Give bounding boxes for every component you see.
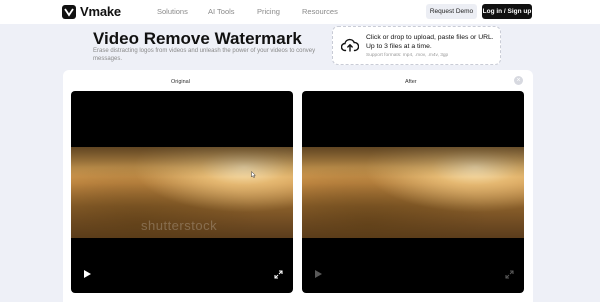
after-label: After (405, 79, 417, 85)
mouse-cursor-icon (251, 165, 256, 183)
after-video-frame (302, 147, 524, 238)
login-signup-button[interactable]: Log in / Sign up (482, 4, 532, 19)
close-icon[interactable]: × (514, 76, 523, 85)
page-description: Erase distracting logos from videos and … (93, 48, 316, 62)
cloud-upload-icon (340, 38, 360, 57)
play-icon[interactable] (314, 266, 323, 284)
after-video-player[interactable] (302, 91, 524, 293)
original-label: Original (171, 79, 190, 85)
nav-item-resources[interactable]: Resources (302, 7, 338, 16)
original-video-player[interactable]: shutterstock (71, 91, 293, 293)
nav-item-pricing[interactable]: Pricing (257, 7, 280, 16)
upload-dropzone[interactable]: Click or drop to upload, paste files or … (332, 26, 501, 65)
original-video-frame: shutterstock (71, 147, 293, 238)
supported-formats: Support formats: mp4, .mov, .m4v, 3gp (366, 53, 449, 58)
expand-icon[interactable] (505, 266, 514, 284)
play-icon[interactable] (83, 266, 92, 284)
upload-instructions: Click or drop to upload, paste files or … (366, 34, 494, 50)
expand-icon[interactable] (274, 266, 283, 284)
request-demo-button[interactable]: Request Demo (426, 4, 477, 19)
nav-item-solutions[interactable]: Solutions (157, 7, 188, 16)
nav-item-ai-tools[interactable]: AI Tools (208, 7, 235, 16)
top-navbar: Vmake Solutions AI Tools Pricing Resourc… (0, 0, 600, 24)
watermark-overlay: shutterstock (141, 218, 218, 233)
page-title: Video Remove Watermark (93, 29, 302, 48)
